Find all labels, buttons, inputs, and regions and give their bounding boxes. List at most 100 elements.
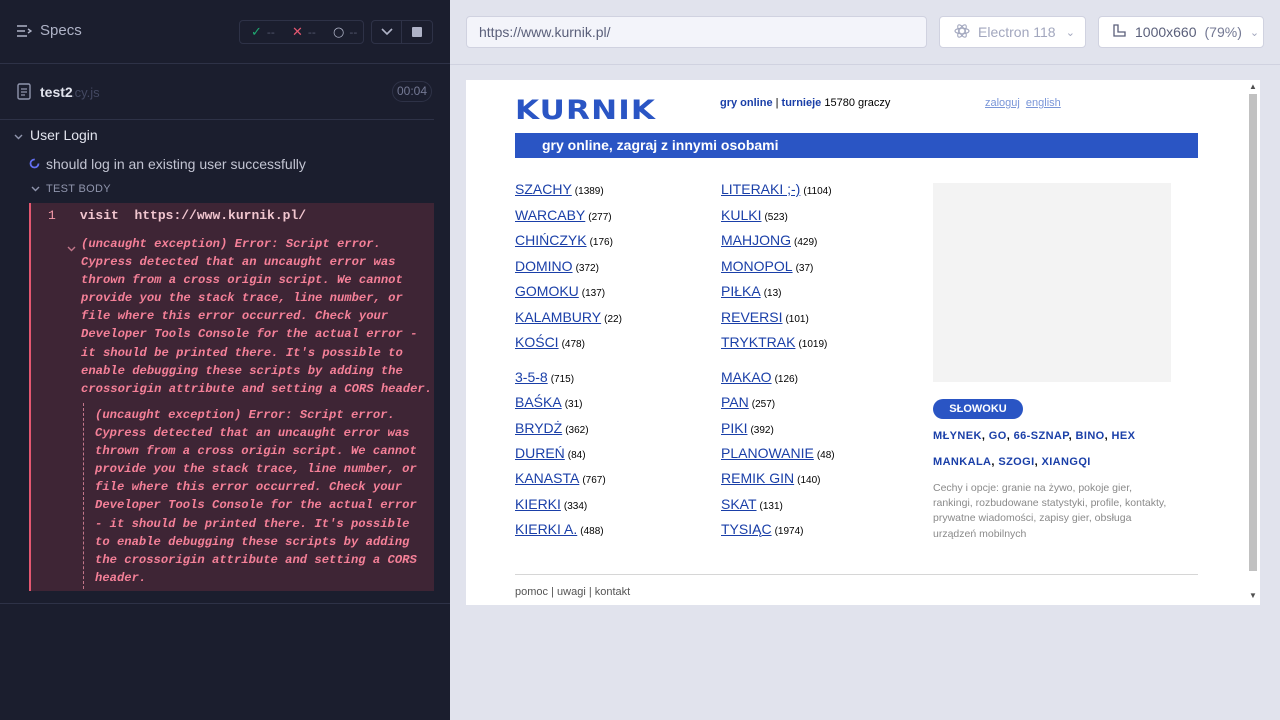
game-link[interactable]: PIŁKA bbox=[721, 283, 761, 299]
stop-icon bbox=[412, 27, 422, 37]
more-game-link[interactable]: 66-SZNAP bbox=[1014, 430, 1069, 442]
game-link[interactable]: SZACHY bbox=[515, 181, 572, 197]
game-link[interactable]: REMIK GIN bbox=[721, 470, 794, 486]
game-item: REVERSI (101) bbox=[721, 309, 809, 325]
scroll-up-icon[interactable]: ▲ bbox=[1249, 82, 1257, 91]
game-link[interactable]: CHIŃCZYK bbox=[515, 232, 587, 248]
game-link[interactable]: GOMOKU bbox=[515, 283, 579, 299]
more-game-link[interactable]: HEX bbox=[1112, 430, 1136, 442]
english-link[interactable]: english bbox=[1026, 97, 1061, 109]
game-player-count: (488) bbox=[580, 526, 604, 537]
vertical-scrollbar[interactable]: ▲ ▼ bbox=[1246, 80, 1260, 605]
game-item: LITERAKI ;-) (1104) bbox=[721, 181, 832, 197]
more-game-link[interactable]: MANKALA bbox=[933, 456, 991, 468]
game-link[interactable]: MAHJONG bbox=[721, 232, 791, 248]
game-link[interactable]: TRYKTRAK bbox=[721, 334, 795, 350]
command-text: visit https://www.kurnik.pl/ bbox=[80, 208, 306, 223]
game-item: MAKAO (126) bbox=[721, 369, 798, 385]
test-title-row[interactable]: should log in an existing user successfu… bbox=[29, 156, 306, 172]
failed-stat: ✕ -- bbox=[281, 25, 322, 40]
nested-error-message: (uncaught exception) Error: Script error… bbox=[95, 408, 417, 585]
game-player-count: (140) bbox=[797, 475, 821, 486]
scroll-down-icon[interactable]: ▼ bbox=[1249, 591, 1257, 600]
game-link[interactable]: KANASTA bbox=[515, 470, 579, 486]
game-link[interactable]: LITERAKI ;-) bbox=[721, 181, 800, 197]
reporter-header: Specs ✓ -- ✕ -- ○ -- bbox=[0, 0, 450, 64]
failed-count: -- bbox=[307, 25, 316, 39]
footer-link[interactable]: kontakt bbox=[595, 586, 630, 598]
more-game-link[interactable]: GO bbox=[989, 430, 1007, 442]
more-game-link[interactable]: BINO bbox=[1076, 430, 1105, 442]
command-number: 1 bbox=[48, 208, 56, 223]
test-body-row[interactable]: TEST BODY bbox=[31, 183, 111, 195]
game-player-count: (1104) bbox=[803, 186, 832, 197]
chevron-down-icon: ⌄ bbox=[1065, 26, 1075, 39]
game-link[interactable]: BAŚKA bbox=[515, 394, 562, 410]
game-item: KANASTA (767) bbox=[515, 470, 606, 486]
game-link[interactable]: KOŚCI bbox=[515, 334, 559, 350]
game-item: BRYDŻ (362) bbox=[515, 420, 589, 436]
more-game-link[interactable]: MŁYNEK bbox=[933, 430, 982, 442]
chevron-down-icon[interactable] bbox=[67, 239, 76, 257]
game-player-count: (84) bbox=[567, 450, 586, 461]
game-item: REMIK GIN (140) bbox=[721, 470, 820, 486]
game-player-count: (372) bbox=[575, 263, 599, 274]
nav-turnieje[interactable]: turnieje bbox=[782, 97, 822, 109]
test-stats: ✓ -- ✕ -- ○ -- bbox=[239, 20, 364, 44]
game-link[interactable]: WARCABY bbox=[515, 207, 585, 223]
game-link[interactable]: 3-5-8 bbox=[515, 369, 548, 385]
scroll-thumb[interactable] bbox=[1249, 94, 1257, 571]
game-player-count: (362) bbox=[565, 425, 589, 436]
viewport-size: 1000x660 bbox=[1135, 24, 1197, 40]
game-link[interactable]: REVERSI bbox=[721, 309, 782, 325]
more-game-link[interactable]: XIANGQI bbox=[1041, 456, 1090, 468]
game-player-count: (392) bbox=[750, 425, 774, 436]
visit-command[interactable]: 1 visit https://www.kurnik.pl/ bbox=[48, 208, 306, 223]
game-link[interactable]: PIKI bbox=[721, 420, 747, 436]
player-count: 15780 graczy bbox=[824, 97, 891, 109]
game-link[interactable]: PAN bbox=[721, 394, 749, 410]
login-link[interactable]: zaloguj bbox=[985, 97, 1020, 109]
passed-stat: ✓ -- bbox=[240, 25, 281, 40]
viewport-selector[interactable]: 1000x660 (79%) ⌄ bbox=[1098, 16, 1264, 48]
game-link[interactable]: BRYDŻ bbox=[515, 420, 562, 436]
url-bar[interactable]: https://www.kurnik.pl/ bbox=[466, 16, 927, 48]
game-link[interactable]: TYSIĄC bbox=[721, 521, 772, 537]
browser-selector[interactable]: Electron 118 ⌄ bbox=[939, 16, 1086, 48]
game-item: PIŁKA (13) bbox=[721, 283, 782, 299]
footer-link[interactable]: uwagi bbox=[557, 586, 586, 598]
game-player-count: (478) bbox=[561, 339, 585, 350]
game-link[interactable]: SKAT bbox=[721, 496, 757, 512]
game-link[interactable]: DOMINO bbox=[515, 258, 573, 274]
game-player-count: (101) bbox=[785, 314, 809, 325]
x-icon: ✕ bbox=[292, 24, 303, 40]
game-player-count: (126) bbox=[774, 374, 798, 385]
game-link[interactable]: MONOPOL bbox=[721, 258, 793, 274]
game-item: SKAT (131) bbox=[721, 496, 783, 512]
electron-icon bbox=[954, 23, 970, 42]
suite-title-row[interactable]: User Login bbox=[14, 127, 98, 143]
pending-stat: ○ -- bbox=[322, 25, 363, 40]
nav-gry-online[interactable]: gry online bbox=[720, 97, 773, 109]
game-link[interactable]: MAKAO bbox=[721, 369, 772, 385]
more-game-link[interactable]: SZOGI bbox=[998, 456, 1034, 468]
game-link[interactable]: KIERKI A. bbox=[515, 521, 577, 537]
stop-button[interactable] bbox=[402, 21, 432, 43]
pending-circle-icon: ○ bbox=[333, 24, 345, 40]
run-controls bbox=[371, 20, 433, 44]
game-link[interactable]: DUREŃ bbox=[515, 445, 565, 461]
game-player-count: (429) bbox=[794, 237, 818, 248]
game-link[interactable]: KIERKI bbox=[515, 496, 561, 512]
specs-toggle-button[interactable]: Specs bbox=[16, 22, 82, 39]
kurnik-logo[interactable]: KURNIK bbox=[515, 95, 656, 126]
slowoku-button[interactable]: SŁOWOKU bbox=[933, 399, 1023, 419]
test-body-label: TEST BODY bbox=[46, 183, 111, 195]
running-spinner-icon bbox=[29, 156, 40, 172]
collapse-button[interactable] bbox=[372, 21, 403, 43]
footer-link[interactable]: pomoc bbox=[515, 586, 548, 598]
check-icon: ✓ bbox=[251, 24, 262, 40]
spec-duration: 00:04 bbox=[392, 81, 432, 102]
game-link[interactable]: KALAMBURY bbox=[515, 309, 601, 325]
game-link[interactable]: PLANOWANIE bbox=[721, 445, 814, 461]
game-link[interactable]: KULKI bbox=[721, 207, 761, 223]
